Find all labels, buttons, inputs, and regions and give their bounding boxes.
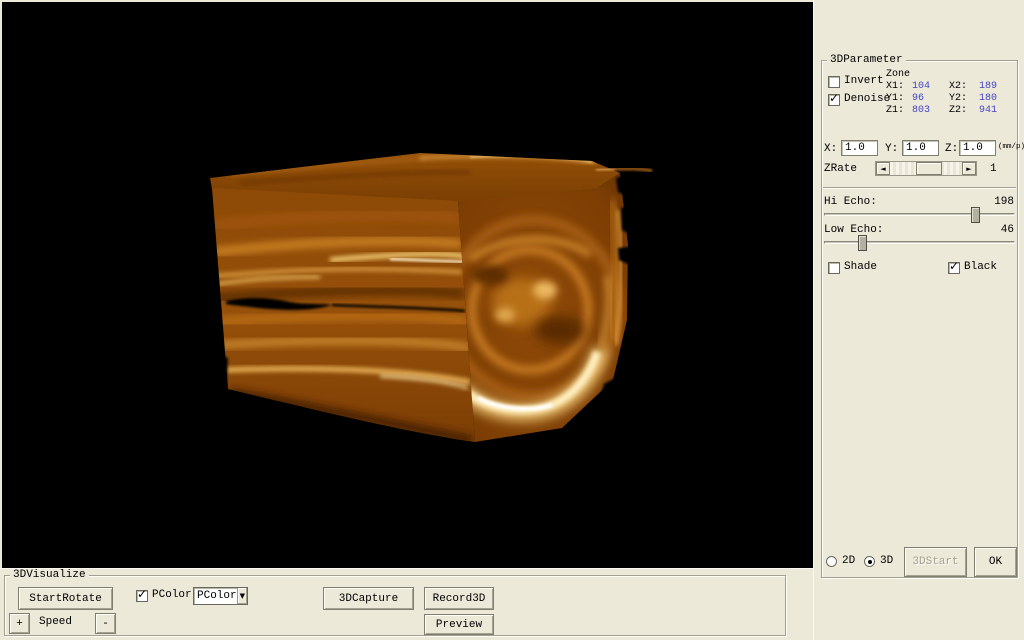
check-icon <box>137 587 147 601</box>
zone-y2-value: 180 <box>979 93 997 105</box>
speed-label: Speed <box>39 616 72 629</box>
zone-row-z: Z1: 803 Z2: 941 <box>886 105 997 117</box>
zone-z1-label: Z1: <box>886 105 912 117</box>
scale-unit-label: (mm/p) <box>998 141 1024 154</box>
pcolor-checkbox[interactable] <box>136 590 148 602</box>
zone-x1-value: 104 <box>912 81 949 93</box>
separator <box>823 187 1016 189</box>
black-label: Black <box>964 261 997 274</box>
y-scale-label: Y: <box>885 143 898 156</box>
visualize-groupbox: 3DVisualize StartRotate PColor PColor + … <box>4 575 786 636</box>
parameter-group-title: 3DParameter <box>827 54 906 67</box>
zrate-value: 1 <box>990 163 997 176</box>
denoise-label: Denoise <box>844 93 890 106</box>
arrow-left-icon <box>880 163 885 175</box>
hi-echo-thumb[interactable] <box>971 207 980 223</box>
invert-checkbox[interactable] <box>828 76 840 88</box>
chevron-down-icon <box>240 590 245 602</box>
z-scale-input[interactable] <box>959 140 996 156</box>
shade-checkbox[interactable] <box>828 262 840 274</box>
speed-plus-button[interactable]: + <box>9 613 30 634</box>
volume-front-face <box>212 188 475 442</box>
volume-right-face <box>448 173 628 442</box>
mode-2d-label: 2D <box>842 555 855 568</box>
invert-label: Invert <box>844 75 884 88</box>
visualize-group-title: 3DVisualize <box>10 569 89 582</box>
zrate-scroll-left-button[interactable] <box>876 162 890 175</box>
zone-row-y: Y1: 96 Y2: 180 <box>886 93 997 105</box>
preview-button[interactable]: Preview <box>424 614 494 635</box>
check-icon <box>829 91 839 105</box>
zone-x2-value: 189 <box>979 81 997 93</box>
app-window: 3DParameter Invert Denoise Zone X1: 104 … <box>0 0 1024 640</box>
zone-label: Zone <box>886 68 910 81</box>
mode-3d-label: 3D <box>880 555 893 568</box>
check-icon <box>949 259 959 273</box>
zrate-thumb[interactable] <box>916 162 942 175</box>
zone-row-x: X1: 104 X2: 189 <box>886 81 997 93</box>
low-echo-thumb[interactable] <box>858 235 867 251</box>
zrate-track[interactable] <box>890 162 962 175</box>
start3d-button[interactable]: 3DStart <box>904 547 967 577</box>
volume-3d-render <box>2 2 813 568</box>
low-echo-track[interactable] <box>824 241 1015 244</box>
low-echo-slider[interactable] <box>824 234 1015 252</box>
right-panel: 3DParameter Invert Denoise Zone X1: 104 … <box>813 0 1024 640</box>
zone-x2-label: X2: <box>949 81 979 93</box>
parameter-groupbox: 3DParameter Invert Denoise Zone X1: 104 … <box>821 60 1018 578</box>
speed-minus-button[interactable]: - <box>95 613 116 634</box>
y-scale-input[interactable] <box>902 140 939 156</box>
zrate-scrollbar[interactable] <box>875 161 977 176</box>
arrow-right-icon <box>966 163 971 175</box>
bottom-panel: 3DVisualize StartRotate PColor PColor + … <box>0 568 813 640</box>
z-scale-label: Z: <box>945 143 958 156</box>
mode-2d-radio[interactable] <box>826 556 837 567</box>
zone-y1-label: Y1: <box>886 93 912 105</box>
denoise-checkbox[interactable] <box>828 94 840 106</box>
black-checkbox[interactable] <box>948 262 960 274</box>
x-scale-input[interactable] <box>841 140 878 156</box>
pcolor-dropdown[interactable]: PColor <box>193 587 248 605</box>
pcolor-dropdown-value: PColor <box>194 590 237 602</box>
capture3d-button[interactable]: 3DCapture <box>323 587 414 610</box>
zone-z2-value: 941 <box>979 105 997 117</box>
start-rotate-button[interactable]: StartRotate <box>18 587 113 610</box>
zone-z2-label: Z2: <box>949 105 979 117</box>
pcolor-label: PColor <box>152 589 192 602</box>
zone-y2-label: Y2: <box>949 93 979 105</box>
shade-label: Shade <box>844 261 877 274</box>
zone-x1-label: X1: <box>886 81 912 93</box>
zone-z1-value: 803 <box>912 105 949 117</box>
ok-button[interactable]: OK <box>974 547 1017 577</box>
render-viewport[interactable] <box>2 2 813 568</box>
zone-y1-value: 96 <box>912 93 949 105</box>
x-scale-label: X: <box>824 143 837 156</box>
mode-3d-radio[interactable] <box>864 556 875 567</box>
hi-echo-track[interactable] <box>824 213 1015 216</box>
zrate-label: ZRate <box>824 163 857 176</box>
zrate-scroll-right-button[interactable] <box>962 162 976 175</box>
record3d-button[interactable]: Record3D <box>424 587 494 610</box>
pcolor-dropdown-button[interactable] <box>237 588 247 604</box>
hi-echo-slider[interactable] <box>824 206 1015 224</box>
